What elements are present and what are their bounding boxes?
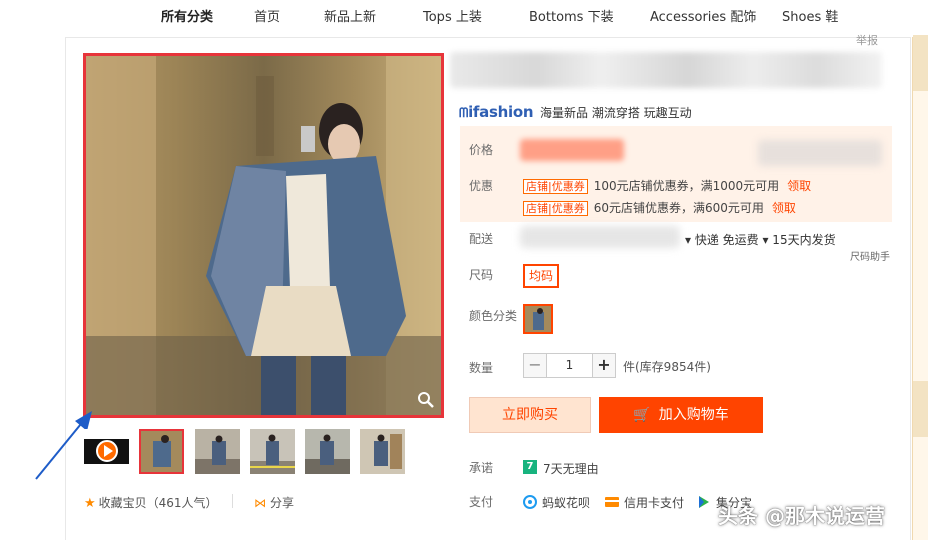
share-icon: ⋈: [254, 496, 266, 510]
favorite-button[interactable]: ★ 收藏宝贝（461人气）: [84, 494, 218, 511]
claim-coupon-link[interactable]: 领取: [772, 201, 796, 215]
coupon-row-1: 店铺|优惠券 100元店铺优惠券，满1000元可用 领取: [523, 177, 811, 194]
promise-text[interactable]: 7天无理由: [543, 460, 599, 477]
report-link[interactable]: 举报: [856, 32, 878, 48]
thumbnail-image: [360, 429, 405, 474]
divider: [232, 494, 233, 508]
ifashion-logo: ᗰifashion: [459, 103, 534, 121]
watermark-text: 头条 @那木说运营: [718, 504, 885, 528]
nav-tops[interactable]: Tops 上装: [423, 6, 482, 25]
nav-home[interactable]: 首页: [254, 6, 280, 25]
coupon-row-2: 店铺|优惠券 60元店铺优惠券，满600元可用 领取: [523, 199, 796, 216]
share-label: 分享: [270, 496, 295, 510]
quantity-input[interactable]: 1: [547, 353, 592, 378]
huabei-icon: [523, 495, 537, 509]
coupon-tag: 店铺|优惠券: [523, 201, 588, 216]
coupon-tag: 店铺|优惠券: [523, 179, 588, 194]
thumbnail-image: [250, 429, 295, 474]
brand-line: ᗰifashion 海量新品 潮流穿搭 玩趣互动: [459, 103, 692, 121]
size-option-one-size[interactable]: 均码: [523, 264, 560, 288]
price-extra-blurred: [758, 140, 882, 166]
thumbnail-4[interactable]: [305, 429, 350, 474]
credit-card-icon: [605, 497, 619, 507]
nav-all-categories[interactable]: 所有分类: [161, 6, 213, 25]
thumbnail-3[interactable]: [250, 429, 295, 474]
sidebar-block: [913, 35, 928, 91]
size-helper-link[interactable]: 尺码助手: [850, 248, 890, 263]
color-swatch-image: [525, 306, 551, 332]
coupon-text: 100元店铺优惠券，满1000元可用: [593, 179, 780, 193]
payment-credit-card[interactable]: 信用卡支付: [605, 494, 684, 511]
payment-label: 支付: [469, 495, 494, 509]
promo-label: 优惠: [469, 179, 494, 193]
promise-label: 承诺: [469, 461, 494, 475]
price-label: 价格: [469, 143, 494, 157]
star-icon: ★: [84, 496, 96, 511]
quantity-increase-button[interactable]: +: [592, 353, 616, 378]
brand-slogan: 海量新品 潮流穿搭 玩趣互动: [540, 106, 692, 120]
size-label: 尺码: [469, 268, 494, 282]
coupon-text: 60元店铺优惠券，满600元可用: [593, 201, 764, 215]
thumbnail-image: [141, 431, 182, 472]
add-to-cart-button[interactable]: 🛒 加入购物车: [599, 397, 763, 433]
thumbnail-image: [305, 429, 350, 474]
product-title-blurred: [450, 52, 882, 88]
main-product-image[interactable]: [83, 53, 444, 418]
thumbnail-1[interactable]: [139, 429, 184, 474]
thumbnail-image: [195, 429, 240, 474]
thumbnail-5[interactable]: [360, 429, 405, 474]
cart-icon: 🛒: [633, 407, 651, 423]
nav-new-arrivals[interactable]: 新品上新: [324, 6, 376, 25]
thumbnail-strip: [84, 429, 414, 475]
payment-huabei[interactable]: 蚂蚁花呗: [523, 494, 590, 511]
claim-coupon-link[interactable]: 领取: [787, 179, 811, 193]
color-label: 颜色分类: [469, 309, 518, 323]
share-button[interactable]: ⋈ 分享: [254, 494, 294, 511]
buy-now-button[interactable]: 立即购买: [469, 397, 591, 433]
favorite-label: 收藏宝贝（461人气）: [98, 496, 218, 510]
sidebar-block: [913, 381, 928, 437]
delivery-info[interactable]: ▾ 快递 免运费 ▾ 15天内发货: [685, 231, 836, 248]
quantity-label: 数量: [469, 361, 494, 375]
jifenbao-icon: [699, 496, 709, 508]
right-sidebar-strip: [912, 35, 928, 540]
seven-day-return-icon: 7: [523, 460, 537, 474]
play-video-icon: [84, 439, 129, 464]
magnifier-icon[interactable]: [417, 391, 435, 409]
delivery-origin-blurred: [520, 226, 680, 248]
product-photo: [86, 56, 441, 415]
stock-info: 件(库存9854件): [623, 360, 711, 374]
quantity-decrease-button[interactable]: −: [523, 353, 547, 378]
add-to-cart-label: 加入购物车: [658, 407, 729, 423]
nav-bottoms[interactable]: Bottoms 下装: [529, 6, 614, 25]
video-thumbnail[interactable]: [84, 429, 129, 474]
nav-accessories[interactable]: Accessories 配饰: [650, 6, 756, 25]
delivery-label: 配送: [469, 232, 494, 246]
thumbnail-2[interactable]: [195, 429, 240, 474]
price-value-blurred: [520, 139, 624, 161]
color-option[interactable]: [523, 304, 553, 334]
nav-shoes[interactable]: Shoes 鞋: [782, 6, 838, 25]
top-navigation: 所有分类 首页 新品上新 Tops 上装 Bottoms 下装 Accessor…: [0, 0, 928, 32]
